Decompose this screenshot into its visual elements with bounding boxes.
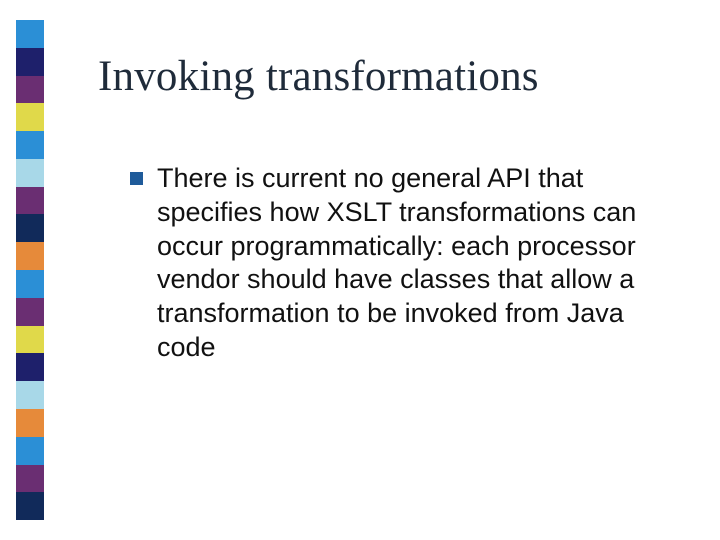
stripe-block [16, 214, 44, 242]
bullet-item: There is current no general API that spe… [130, 162, 670, 365]
stripe-block [16, 76, 44, 104]
stripe-block [16, 326, 44, 354]
stripe-block [16, 353, 44, 381]
stripe-block [16, 20, 44, 48]
stripe-block [16, 159, 44, 187]
stripe-block [16, 103, 44, 131]
stripe-block [16, 465, 44, 493]
decorative-stripe [16, 20, 44, 520]
stripe-block [16, 437, 44, 465]
stripe-block [16, 298, 44, 326]
stripe-block [16, 270, 44, 298]
stripe-block [16, 492, 44, 520]
stripe-block [16, 131, 44, 159]
stripe-block [16, 381, 44, 409]
stripe-block [16, 187, 44, 215]
stripe-block [16, 48, 44, 76]
stripe-block [16, 242, 44, 270]
slide: Invoking transformations There is curren… [0, 0, 720, 540]
square-bullet-icon [130, 172, 143, 185]
stripe-block [16, 409, 44, 437]
bullet-text: There is current no general API that spe… [157, 162, 670, 365]
slide-title: Invoking transformations [98, 52, 539, 101]
